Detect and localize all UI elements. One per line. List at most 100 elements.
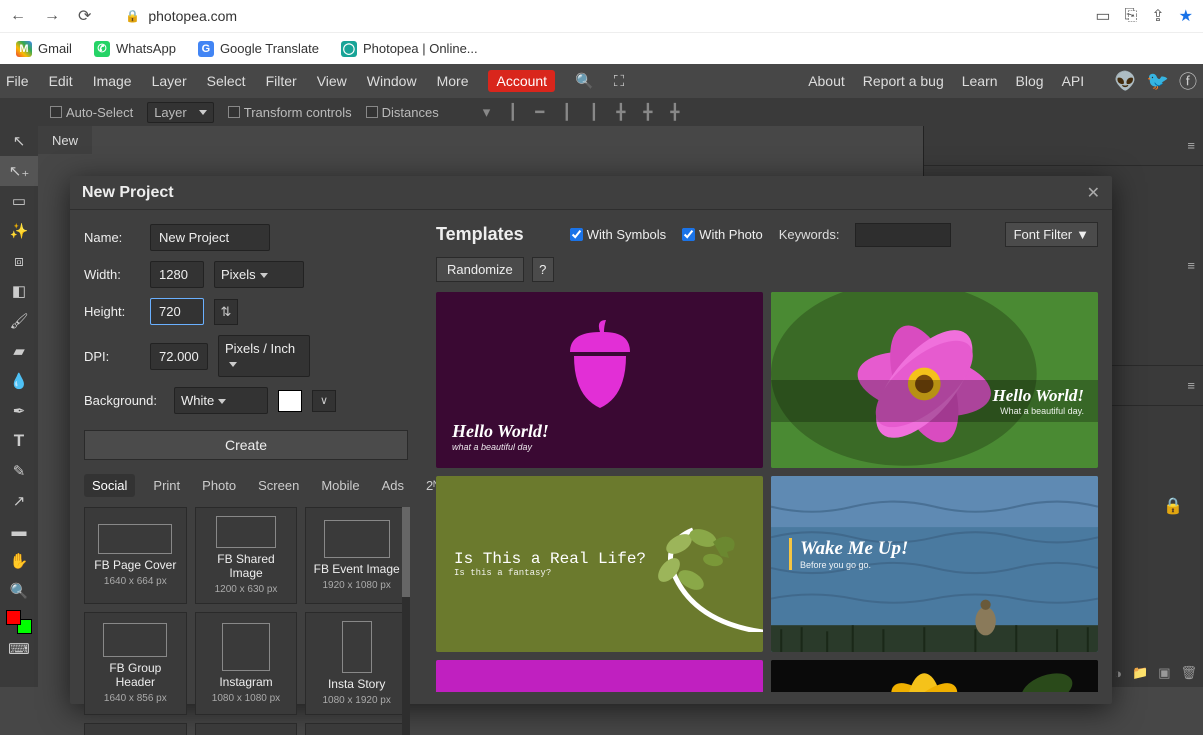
clone-tool-icon[interactable]: ▰ xyxy=(0,336,38,366)
dpi-input[interactable] xyxy=(150,343,208,370)
category-social[interactable]: Social xyxy=(84,474,135,497)
hand-tool-icon[interactable]: ✋ xyxy=(0,546,38,576)
menu-layer[interactable]: Layer xyxy=(152,73,187,89)
zoom-tool-icon[interactable]: 🔍 xyxy=(0,576,38,606)
forward-icon[interactable]: → xyxy=(44,7,60,25)
preset-item[interactable]: FB Group Header1640 x 856 px xyxy=(84,612,187,715)
randomize-button[interactable]: Randomize xyxy=(436,257,524,282)
with-photo-checkbox[interactable]: With Photo xyxy=(682,227,763,242)
menu-edit[interactable]: Edit xyxy=(49,73,73,89)
dpi-unit-select[interactable]: Pixels / Inch xyxy=(218,335,310,377)
template-card[interactable] xyxy=(771,660,1098,692)
category-screen[interactable]: Screen xyxy=(254,474,303,497)
menu-view[interactable]: View xyxy=(317,73,347,89)
bookmark-gmail[interactable]: MGmail xyxy=(16,41,72,57)
link-api[interactable]: API xyxy=(1062,73,1085,89)
align-icon[interactable]: ┃ xyxy=(589,103,598,121)
swap-orientation-button[interactable]: ⇅ xyxy=(214,299,238,325)
clipboard-icon[interactable]: ▭ xyxy=(1095,6,1110,26)
crop-tool-icon[interactable]: ⧈ xyxy=(0,246,38,276)
align-icon[interactable]: ━ xyxy=(535,103,544,121)
auto-select-checkbox[interactable]: Auto-Select xyxy=(50,105,133,120)
align-icon[interactable]: ╋ xyxy=(670,103,679,121)
background-select[interactable]: White xyxy=(174,387,268,414)
align-icon[interactable]: ┃ xyxy=(508,103,517,121)
brush-tool-icon[interactable]: 🖌 xyxy=(0,306,38,336)
category-print[interactable]: Print xyxy=(149,474,184,497)
template-card[interactable]: Hello World! what a beautiful day xyxy=(436,292,763,468)
align-icon[interactable]: ┃ xyxy=(562,103,571,121)
adjustment-layer-icon[interactable]: ◑ xyxy=(1114,666,1122,681)
keywords-input[interactable] xyxy=(855,223,951,247)
preset-item[interactable]: FB Event Image1920 x 1080 px xyxy=(305,507,408,604)
type-tool-icon[interactable]: T xyxy=(0,426,38,456)
distances-checkbox[interactable]: Distances xyxy=(366,105,439,120)
width-input[interactable] xyxy=(150,261,204,288)
path-select-tool-icon[interactable]: ↗ xyxy=(0,486,38,516)
background-color-button[interactable] xyxy=(278,390,302,412)
account-button[interactable]: Account xyxy=(488,70,555,92)
bookmark-star-icon[interactable]: ★ xyxy=(1179,6,1193,26)
name-input[interactable] xyxy=(150,224,270,251)
link-report-bug[interactable]: Report a bug xyxy=(863,73,944,89)
keyboard-icon[interactable]: ⌨ xyxy=(0,634,38,664)
template-card[interactable]: Hello World! What a beautiful day. xyxy=(771,292,1098,468)
preset-item[interactable] xyxy=(195,723,298,735)
document-tab[interactable]: New xyxy=(38,126,92,154)
menu-file[interactable]: File xyxy=(6,73,29,89)
pen-tool-icon[interactable]: ✒ xyxy=(0,396,38,426)
move-tool-icon[interactable]: ↖ xyxy=(0,126,38,156)
create-button[interactable]: Create xyxy=(84,430,408,460)
wand-tool-icon[interactable]: ✨ xyxy=(0,216,38,246)
delete-layer-icon[interactable]: 🗑 xyxy=(1180,665,1197,681)
link-learn[interactable]: Learn xyxy=(962,73,998,89)
twitter-icon[interactable]: 🐦 xyxy=(1147,71,1169,92)
font-filter-button[interactable]: Font Filter▼ xyxy=(1005,222,1098,247)
share-icon[interactable]: ⇪ xyxy=(1151,6,1164,26)
templates-help-button[interactable]: ? xyxy=(532,257,554,282)
width-unit-select[interactable]: Pixels xyxy=(214,261,304,288)
link-blog[interactable]: Blog xyxy=(1016,73,1044,89)
preset-item[interactable] xyxy=(84,723,187,735)
eyedropper-tool-icon[interactable]: ✎ xyxy=(0,456,38,486)
bookmark-google-translate[interactable]: GGoogle Translate xyxy=(198,41,319,57)
menu-window[interactable]: Window xyxy=(367,73,417,89)
url-text[interactable]: photopea.com xyxy=(148,8,237,24)
preset-item[interactable]: FB Page Cover1640 x 664 px xyxy=(84,507,187,604)
shape-tool-icon[interactable]: ▬ xyxy=(0,516,38,546)
reddit-icon[interactable]: 👽 xyxy=(1114,71,1136,92)
align-icon[interactable]: ╋ xyxy=(616,103,625,121)
height-input[interactable] xyxy=(150,298,204,325)
link-about[interactable]: About xyxy=(808,73,845,89)
background-extra-dropdown[interactable]: ∨ xyxy=(312,390,336,412)
category-mobile[interactable]: Mobile xyxy=(317,474,363,497)
reload-icon[interactable]: ⟳ xyxy=(78,6,91,26)
panel-menu-icon[interactable]: ≡ xyxy=(1187,258,1195,273)
facebook-icon[interactable]: ⓕ xyxy=(1179,68,1197,94)
template-card[interactable] xyxy=(436,660,763,692)
install-icon[interactable]: ⎘ xyxy=(1124,7,1137,25)
blur-tool-icon[interactable]: 💧 xyxy=(0,366,38,396)
category-ads[interactable]: Ads xyxy=(378,474,408,497)
preset-item[interactable]: Insta Story1080 x 1920 px xyxy=(305,612,408,715)
eraser-tool-icon[interactable]: ◧ xyxy=(0,276,38,306)
new-folder-icon[interactable]: 📁 xyxy=(1132,665,1148,681)
template-card[interactable]: Wake Me Up! Before you go go. xyxy=(771,476,1098,652)
back-icon[interactable]: ← xyxy=(10,7,26,25)
align-icon[interactable]: ╋ xyxy=(643,103,652,121)
menu-select[interactable]: Select xyxy=(207,73,246,89)
close-icon[interactable]: ✕ xyxy=(1087,183,1100,203)
auto-select-layer-dropdown[interactable]: Layer xyxy=(147,102,214,123)
menu-more[interactable]: More xyxy=(437,73,469,89)
preset-scrollbar[interactable] xyxy=(402,507,410,735)
panel-menu-icon[interactable]: ≡ xyxy=(1187,138,1195,153)
category-photo[interactable]: Photo xyxy=(198,474,240,497)
artboard-tool-icon[interactable]: ↖₊ xyxy=(0,156,38,186)
with-symbols-checkbox[interactable]: With Symbols xyxy=(570,227,666,242)
marquee-tool-icon[interactable]: ▭ xyxy=(0,186,38,216)
color-swatches[interactable] xyxy=(6,610,32,634)
foreground-color-swatch[interactable] xyxy=(6,610,21,625)
transform-controls-checkbox[interactable]: Transform controls xyxy=(228,105,352,120)
preset-item[interactable]: FB Shared Image1200 x 630 px xyxy=(195,507,298,604)
new-layer-icon[interactable]: ▣ xyxy=(1158,665,1170,681)
